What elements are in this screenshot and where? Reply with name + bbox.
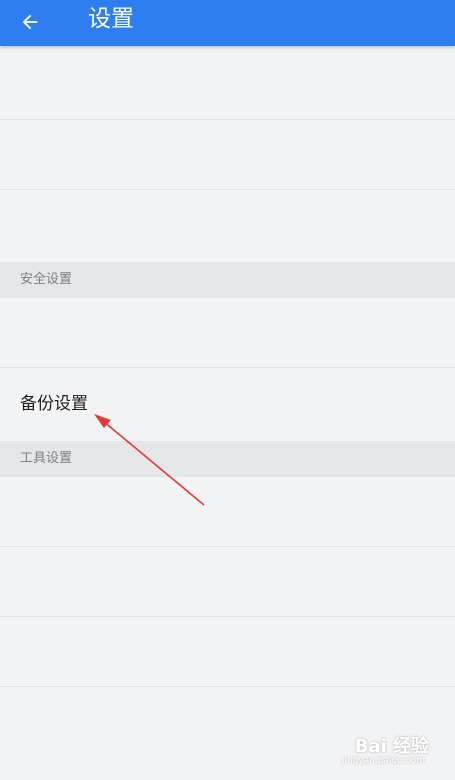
settings-item-backup[interactable]: 备份设置: [0, 370, 455, 440]
settings-item-blurred-7[interactable]: [0, 617, 455, 687]
back-button[interactable]: [14, 6, 46, 38]
watermark-url: jingyan.baidu.com: [341, 756, 425, 766]
section-label: 工具设置: [20, 451, 73, 466]
settings-item-blurred-6[interactable]: [0, 547, 455, 617]
section-label: 安全设置: [20, 272, 73, 287]
page-title: 设置: [88, 6, 134, 32]
settings-item-blurred-3[interactable]: [0, 190, 455, 260]
arrow-left-icon: [22, 14, 38, 30]
settings-item-blurred-2[interactable]: [0, 120, 455, 190]
settings-item-blurred-1[interactable]: [0, 50, 455, 120]
section-header-tools: 工具设置: [0, 441, 455, 477]
app-bar: 设置: [0, 0, 455, 46]
settings-item-blurred-5[interactable]: [0, 477, 455, 547]
section-header-security: 安全设置: [0, 262, 455, 298]
watermark-logo: Bai 经验: [354, 736, 429, 757]
divider: [0, 367, 455, 368]
settings-item-blurred-4[interactable]: [0, 298, 455, 368]
settings-item-label: 备份设置: [20, 394, 88, 414]
